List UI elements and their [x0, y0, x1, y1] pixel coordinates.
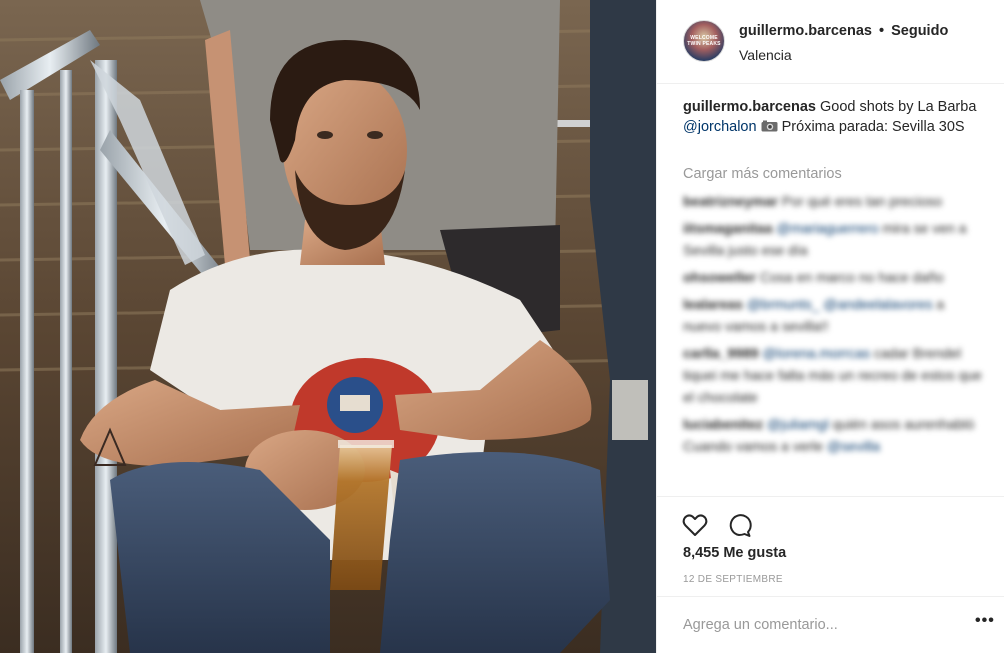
caption-text-after: Próxima parada: Sevilla 30S [781, 119, 965, 135]
comment-mention[interactable]: @juliamgl [767, 416, 829, 432]
comments-list: beatrizneymar Por qué eres tan precioso … [683, 190, 983, 490]
heart-icon[interactable] [681, 511, 709, 539]
comment-item: beatrizneymar Por qué eres tan precioso [683, 190, 983, 212]
post-actions: 8,455 Me gusta 12 DE SEPTIEMBRE [657, 496, 1004, 604]
comment-item: carlla_9989 @lorena.morrcas cadar Brende… [683, 342, 983, 408]
load-more-comments-button[interactable]: Cargar más comentarios [683, 166, 842, 182]
post-photo[interactable] [0, 0, 656, 653]
add-comment-input[interactable] [683, 613, 943, 637]
comment-item: lealareas @brmunts_ @andeelalavores a nu… [683, 293, 983, 337]
comment-username[interactable]: ohsoweller [683, 269, 756, 285]
comment-username[interactable]: beatrizneymar [683, 193, 778, 209]
camera-icon [761, 120, 778, 132]
likes-count[interactable]: 8,455 Me gusta [683, 545, 786, 561]
location-link[interactable]: Valencia [739, 47, 792, 63]
more-options-button[interactable]: ••• [975, 613, 995, 632]
comment-item: iitsmaganitaa @mariaguerrero mira se ven… [683, 217, 983, 261]
comment-username[interactable]: iitsmaganitaa [683, 220, 772, 236]
avatar-text: WELCOME TWIN PEAKS [687, 35, 721, 47]
comment-bubble-icon[interactable] [725, 511, 753, 539]
comment-item: luciabenitez @juliamgl quién asos aurenh… [683, 413, 983, 457]
comment-mention[interactable]: @brmunts_ @andeelalavores [747, 296, 933, 312]
post-details-panel: WELCOME TWIN PEAKS guillermo.barcenas • … [656, 0, 1004, 653]
caption-text-before: Good shots by La Barba [820, 99, 977, 115]
comment-username[interactable]: lealareas [683, 296, 743, 312]
post-date[interactable]: 12 DE SEPTIEMBRE [683, 574, 783, 585]
add-comment-bar: ••• [657, 596, 1004, 653]
comment-text: Por qué eres tan precioso [781, 193, 943, 209]
comment-text: Cosa en marco no hace daño [760, 269, 944, 285]
caption-username-link[interactable]: guillermo.barcenas [683, 99, 816, 115]
comment-item: ohsoweller Cosa en marco no hace daño [683, 266, 983, 288]
comment-mention[interactable]: @lorena.morrcas [762, 345, 870, 361]
comment-mention[interactable]: @mariaguerrero [776, 220, 878, 236]
post-caption: guillermo.barcenas Good shots by La Barb… [683, 97, 983, 137]
separator-dot: • [879, 23, 885, 39]
photo-illustration [0, 0, 656, 653]
avatar[interactable]: WELCOME TWIN PEAKS [683, 20, 725, 62]
caption-mention-link[interactable]: @jorchalon [683, 119, 757, 135]
username-link[interactable]: guillermo.barcenas [739, 23, 872, 39]
follow-status-button[interactable]: Seguido [891, 23, 948, 39]
comment-username[interactable]: luciabenitez [683, 416, 763, 432]
comment-username[interactable]: carlla_9989 [683, 345, 759, 361]
comment-mention[interactable]: @sevilla [827, 438, 880, 454]
post-header: WELCOME TWIN PEAKS guillermo.barcenas • … [657, 0, 1004, 84]
username-row: guillermo.barcenas • Seguido [739, 23, 948, 39]
